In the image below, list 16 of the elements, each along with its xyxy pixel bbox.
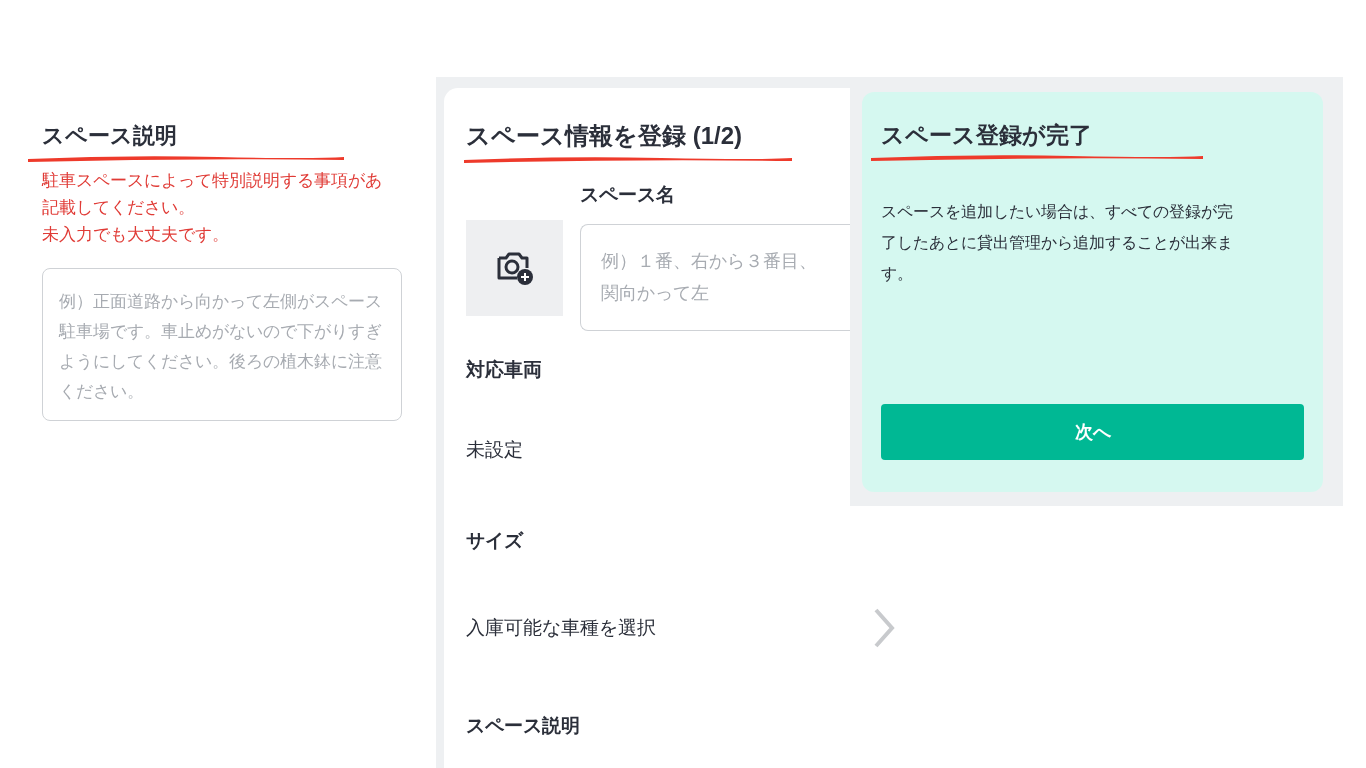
vehicle-type-selector[interactable]: 入庫可能な車種を選択 <box>466 607 896 649</box>
hint-text: 未入力でも大丈夫です。 <box>42 224 230 246</box>
space-name-field[interactable]: 例）１番、右から３番目、関向かって左 <box>580 224 851 331</box>
screen-title: スペース登録が完了 <box>881 121 1092 150</box>
chevron-right-icon <box>872 607 896 649</box>
section-label: 対応車両 <box>466 358 542 382</box>
field-label: スペース名 <box>580 183 675 207</box>
hint-text: 駐車スペースによって特別説明する事項があ記載してください。 <box>42 170 383 219</box>
section-label: スペース説明 <box>466 714 580 738</box>
screen-title: スペース情報を登録 (1/2) <box>466 121 742 151</box>
photo-upload-button[interactable] <box>466 220 563 316</box>
description-field[interactable]: 例）正面道路から向かって左側がスペース駐車場です。車止めがないので下がりすぎようにしてください。後ろの植木鉢に注意ください。 <box>42 268 402 421</box>
value-text: 未設定 <box>466 438 523 462</box>
section-title: スペース説明 <box>42 122 177 150</box>
section-label: サイズ <box>466 529 523 553</box>
message-text: スペースを追加したい場合は、すべての登録が完了したあとに貸出管理から追加することが出来ます。 <box>881 202 1234 284</box>
